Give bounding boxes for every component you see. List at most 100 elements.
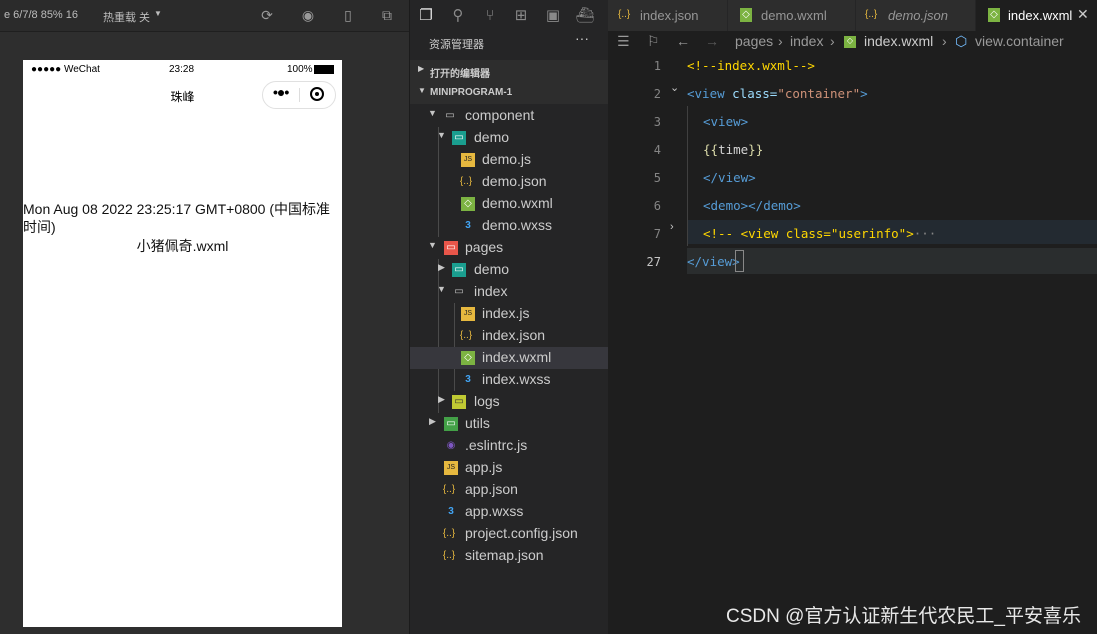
tree-item-index-json[interactable]: {..} index.json xyxy=(410,325,609,347)
json-file-icon: {..} xyxy=(459,176,473,187)
tab-index-json[interactable]: {..} index.json xyxy=(608,0,728,31)
tree-item-pages[interactable]: ▼ ▭ pages xyxy=(410,237,609,259)
js-file-icon: JS xyxy=(461,307,475,321)
css-file-icon: 3 xyxy=(465,374,471,385)
device-selector[interactable]: e 6/7/8 85% 16 xyxy=(4,9,78,21)
close-icon[interactable]: ✕ xyxy=(1077,6,1089,23)
tree-item-logs[interactable]: ▶ ▭ logs xyxy=(410,391,609,413)
chevron-right-icon: ▶ xyxy=(418,64,425,73)
extensions-icon[interactable]: ⊞ xyxy=(511,6,531,26)
tree-item-project-config[interactable]: {..} project.config.json xyxy=(410,523,609,545)
tree-item-demo-wxml[interactable]: ◇ demo.wxml xyxy=(410,193,609,215)
folder-open-icon: ▭ xyxy=(445,110,455,121)
list-icon[interactable]: ☰ xyxy=(617,33,630,50)
breadcrumb: ☰ ⚐ ← → pages › index › ◇ index.wxml › ⬡… xyxy=(608,31,1097,53)
source-control-icon[interactable]: ⑂ xyxy=(480,6,500,26)
status-time: 23:28 xyxy=(169,64,195,75)
breadcrumb-file[interactable]: index.wxml xyxy=(864,33,933,49)
fold-down-icon[interactable]: ⌄ xyxy=(670,81,679,94)
code-line[interactable]: {{time}} xyxy=(703,142,763,157)
wxml-file-icon: ◇ xyxy=(988,8,1000,22)
chevron-down-icon: ▼ xyxy=(437,130,446,140)
tree-item-index-js[interactable]: JS index.js xyxy=(410,303,609,325)
tree-item-pages-demo[interactable]: ▶ ▭ demo xyxy=(410,259,609,281)
tree-item-index-wxml[interactable]: ◇ index.wxml xyxy=(410,347,609,369)
forward-arrow-icon[interactable]: → xyxy=(705,33,719,49)
element-icon: ⬡ xyxy=(955,33,968,49)
tree-item-sitemap[interactable]: {..} sitemap.json xyxy=(410,545,609,567)
time-text: Mon Aug 08 2022 23:25:17 GMT+0800 (中国标准时… xyxy=(23,201,331,235)
tree-item-demo-folder[interactable]: ▼ ▭ demo xyxy=(410,127,609,149)
tree-item-app-json[interactable]: {..} app.json xyxy=(410,479,609,501)
tree-item-demo-js[interactable]: JS demo.js xyxy=(410,149,609,171)
image-icon[interactable]: ▣ xyxy=(543,6,563,26)
code-line[interactable]: </view> xyxy=(703,170,756,185)
chevron-right-icon: ▶ xyxy=(438,394,445,404)
tree-item-demo-wxss[interactable]: 3 demo.wxss xyxy=(410,215,609,237)
simulator-pane: e 6/7/8 85% 16 热重载 关 ▼ ⟳ ◉ ▯ ⧉ ●●●●● WeC… xyxy=(0,0,409,634)
json-file-icon: {..} xyxy=(618,9,631,20)
docker-icon[interactable]: ⛴ xyxy=(575,6,595,26)
tree-item-demo-json[interactable]: {..} demo.json xyxy=(410,171,609,193)
search-icon[interactable]: ⚲ xyxy=(448,6,468,26)
css-file-icon: 3 xyxy=(465,220,471,231)
tree-item-app-wxss[interactable]: 3 app.wxss xyxy=(410,501,609,523)
rotate-icon[interactable]: ⟳ xyxy=(258,6,276,24)
files-icon[interactable]: ❐ xyxy=(416,6,436,26)
line-number: 6 xyxy=(653,199,661,213)
tree-item-component[interactable]: ▼ ▭ component xyxy=(410,105,609,127)
css-file-icon: 3 xyxy=(448,506,454,517)
chevron-down-icon: ▼ xyxy=(428,240,437,250)
component-text: 小猪佩奇.wxml xyxy=(136,238,229,254)
tree-item-app-js[interactable]: JS app.js xyxy=(410,457,609,479)
breadcrumb-separator-icon: › xyxy=(942,33,947,49)
phone-screen: ●●●●● WeChat 23:28 100% 珠峰 •●• Mon Aug 0… xyxy=(23,60,342,627)
breadcrumb-index[interactable]: index xyxy=(790,33,823,49)
capsule-menu[interactable]: •●• xyxy=(262,81,336,109)
folder-icon: ▭ xyxy=(452,395,466,409)
eslint-file-icon: ◉ xyxy=(446,440,456,451)
phone-icon[interactable]: ▯ xyxy=(339,6,357,24)
editor-pane: {..} index.json ◇ demo.wxml {..} demo.js… xyxy=(608,0,1097,634)
caret-down-icon: ▼ xyxy=(154,9,162,18)
folder-component-icon: ▭ xyxy=(452,263,466,277)
line-number: 3 xyxy=(653,115,661,129)
close-capsule-icon[interactable] xyxy=(310,87,324,101)
more-actions-icon[interactable]: ··· xyxy=(575,30,589,46)
record-icon[interactable]: ◉ xyxy=(299,6,317,24)
tree-item-index-folder[interactable]: ▼ ▭ index xyxy=(410,281,609,303)
folder-component-icon: ▭ xyxy=(452,131,466,145)
fold-right-icon[interactable]: › xyxy=(670,221,674,233)
breadcrumb-pages[interactable]: pages xyxy=(735,33,773,49)
chevron-right-icon: ▶ xyxy=(438,262,445,272)
battery-label: 100% xyxy=(287,64,313,75)
code-line[interactable]: <demo></demo> xyxy=(703,198,801,213)
line-number: 7 xyxy=(653,227,661,241)
code-line[interactable]: <!-- <view class="userinfo">··· xyxy=(703,226,936,241)
back-arrow-icon[interactable]: ← xyxy=(676,33,690,49)
project-section[interactable]: ▼ MINIPROGRAM-1 xyxy=(410,82,609,104)
tab-demo-json[interactable]: {..} demo.json xyxy=(856,0,976,31)
window-icon[interactable]: ⧉ xyxy=(378,6,396,24)
tree-item-index-wxss[interactable]: 3 index.wxss xyxy=(410,369,609,391)
code-line[interactable]: </view> xyxy=(687,254,740,269)
tab-demo-wxml[interactable]: ◇ demo.wxml xyxy=(728,0,856,31)
activity-bar: ❐ ⚲ ⑂ ⊞ ▣ ⛴ xyxy=(410,0,609,31)
tab-index-wxml[interactable]: ◇ index.wxml ✕ xyxy=(976,0,1097,31)
line-number: 4 xyxy=(653,143,661,157)
bookmark-icon[interactable]: ⚐ xyxy=(647,33,660,50)
open-editors-section[interactable]: ▶ 打开的编辑器 xyxy=(410,60,609,82)
hot-reload-toggle[interactable]: 热重载 关 xyxy=(103,9,150,25)
tree-item-utils[interactable]: ▶ ▭ utils xyxy=(410,413,609,435)
explorer-panel: ❐ ⚲ ⑂ ⊞ ▣ ⛴ 资源管理器 ··· ▶ 打开的编辑器 ▼ MINIPRO… xyxy=(409,0,609,634)
tree-item-eslintrc[interactable]: ◉ .eslintrc.js xyxy=(410,435,609,457)
line-number: 5 xyxy=(653,171,661,185)
chevron-down-icon: ▼ xyxy=(428,108,437,118)
code-line[interactable]: <view> xyxy=(703,114,748,129)
code-line[interactable]: <!--index.wxml--> xyxy=(687,58,815,73)
battery-icon xyxy=(314,65,334,74)
breadcrumb-symbol[interactable]: view.container xyxy=(975,33,1064,49)
more-dots-icon[interactable]: •●• xyxy=(273,84,289,100)
code-line[interactable]: <view class="container"> xyxy=(687,86,868,101)
carrier-label: ●●●●● WeChat xyxy=(31,64,100,75)
